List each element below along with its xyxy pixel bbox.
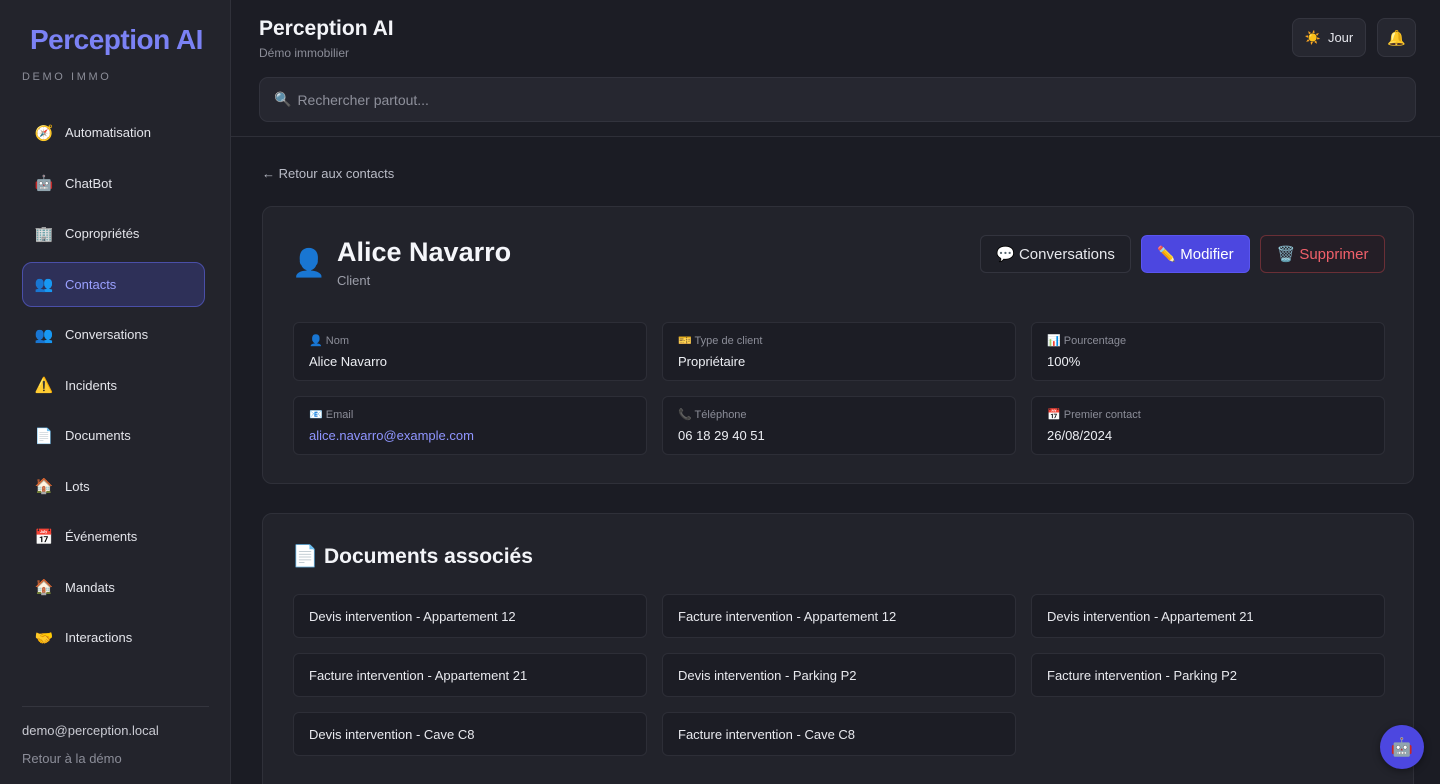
field-label: 📅 Premier contact [1047,409,1141,421]
theme-toggle-label: Jour [1327,30,1354,45]
document-item[interactable]: Devis intervention - Appartement 12 [293,594,647,638]
back-to-demo-link[interactable]: Retour à la démo [22,751,122,766]
nav-icon: ⚠️ [34,377,54,394]
nav-icon: 🏠 [34,579,54,596]
field-value: Alice Navarro [309,354,388,369]
sidebar-item-label: Copropriétés [65,226,140,241]
brand-logo[interactable]: Perception AI [30,24,203,56]
field-label: 👤 Nom [309,335,349,347]
sidebar-item-label: Événements [65,529,138,544]
email-link[interactable]: alice.navarro@example.com [309,428,474,443]
field-value: 06 18 29 40 51 [678,428,765,443]
search-icon: 🔍 [274,91,292,107]
contact-name: Alice Navarro [337,237,512,267]
sidebar-item-incidents[interactable]: ⚠️ Incidents [22,363,205,408]
sidebar-item-label: ChatBot [65,175,112,191]
document-item[interactable]: Devis intervention - Appartement 21 [1031,594,1385,638]
nav-icon: 🏢 [34,225,54,243]
delete-button[interactable]: 🗑️ Supprimer [1260,235,1385,273]
sidebar-item-chatbot[interactable]: 🤖 ChatBot [22,161,205,206]
sidebar-item-lots[interactable]: 🏠 Lots [22,464,205,509]
field-label: 📊 Pourcentage [1047,335,1127,347]
sidebar-item-interactions[interactable]: 🤝 Interactions [22,615,205,660]
page-subtitle: Démo immobilier [259,46,350,60]
document-item[interactable]: Facture intervention - Cave C8 [662,712,1016,756]
document-item[interactable]: Devis intervention - Parking P2 [662,653,1016,697]
bell-icon: 🔔 [1387,29,1406,47]
field-telephone: 📞 Téléphone 06 18 29 40 51 [662,396,1016,455]
contact-role: Client [337,273,371,288]
nav-icon: 🏠 [34,478,54,495]
sidebar-item-automatisation[interactable]: 🧭 Automatisation [22,110,205,155]
sidebar-item-coproprietes[interactable]: 🏢 Copropriétés [22,211,205,256]
sidebar-item-label: Conversations [65,327,149,342]
field-label: 🎫 Type de client [678,335,763,347]
nav-icon: 🤝 [34,629,54,647]
sidebar: Perception AI DEMO IMMO 🧭 Automatisation 🤖… [0,0,231,784]
edit-button[interactable]: ✏️ Modifier [1141,235,1250,273]
sidebar-item-label: Documents [65,428,131,443]
page-title: Perception AI [259,17,394,40]
global-search: 🔍 [259,77,1416,122]
field-premier-contact: 📅 Premier contact 26/08/2024 [1031,396,1385,455]
top-header: Perception AI Démo immobilier ☀️ Jour 🔔 … [231,0,1440,137]
documents-title: 📄 Documents associés [292,545,533,568]
sidebar-item-label: Incidents [65,377,118,393]
user-email: demo@perception.local [22,723,159,738]
field-email: 📧 Email alice.navarro@example.com [293,396,647,455]
sidebar-item-documents[interactable]: 📄 Documents [22,413,205,458]
document-item[interactable]: Devis intervention - Cave C8 [293,712,647,756]
contact-card: 👤 Alice Navarro Client 💬 Conversations ✏… [262,206,1414,484]
nav-icon: 👥 [34,326,54,344]
field-type-client: 🎫 Type de client Propriétaire [662,322,1016,381]
sidebar-item-mandats[interactable]: 🏠 Mandats [22,565,205,610]
sidebar-item-conversations[interactable]: 👥 Conversations [22,312,205,357]
field-value: 26/08/2024 [1047,428,1113,443]
avatar-icon: 👤 [292,248,326,278]
documents-card: 📄 Documents associés Devis intervention … [262,513,1414,784]
nav-icon: 👥 [34,276,54,293]
search-input[interactable] [297,91,1398,108]
document-item[interactable]: Facture intervention - Appartement 12 [662,594,1016,638]
theme-toggle-button[interactable]: ☀️ Jour [1292,18,1366,57]
sidebar-item-evenements[interactable]: 📅 Événements [22,514,205,559]
nav-icon: 📅 [34,528,54,546]
nav-icon: 🤖 [34,175,54,192]
sidebar-item-label: Mandats [65,579,115,595]
sidebar-item-label: Automatisation [65,125,151,140]
field-nom: 👤 Nom Alice Navarro [293,322,647,381]
field-pourcentage: 📊 Pourcentage 100% [1031,322,1385,381]
notifications-button[interactable]: 🔔 [1377,18,1416,57]
brand-subtitle: DEMO IMMO [22,71,112,83]
back-to-contacts-link[interactable]: ← Retour aux contacts [262,166,394,181]
document-item[interactable]: Facture intervention - Parking P2 [1031,653,1385,697]
field-label: 📞 Téléphone [678,409,747,421]
field-value: 100% [1047,354,1081,369]
chatbot-fab-button[interactable]: 🤖 [1380,725,1424,769]
sidebar-item-label: Contacts [65,276,117,292]
conversations-button[interactable]: 💬 Conversations [980,235,1131,273]
field-value: Propriétaire [678,354,746,369]
nav-icon: 📄 [34,427,54,445]
sidebar-nav: 🧭 Automatisation 🤖 ChatBot 🏢 Copropriétés 👥 Con… [22,110,205,688]
sidebar-item-contacts[interactable]: 👥 Contacts [22,261,205,307]
sidebar-item-label: Lots [65,478,90,494]
field-label: 📧 Email [309,409,354,421]
robot-icon: 🤖 [1390,736,1414,757]
document-item[interactable]: Facture intervention - Appartement 21 [293,653,647,697]
sun-icon: ☀️ [1304,29,1321,45]
sidebar-divider [22,706,209,707]
nav-icon: 🧭 [34,124,54,142]
sidebar-item-label: Interactions [65,630,133,645]
